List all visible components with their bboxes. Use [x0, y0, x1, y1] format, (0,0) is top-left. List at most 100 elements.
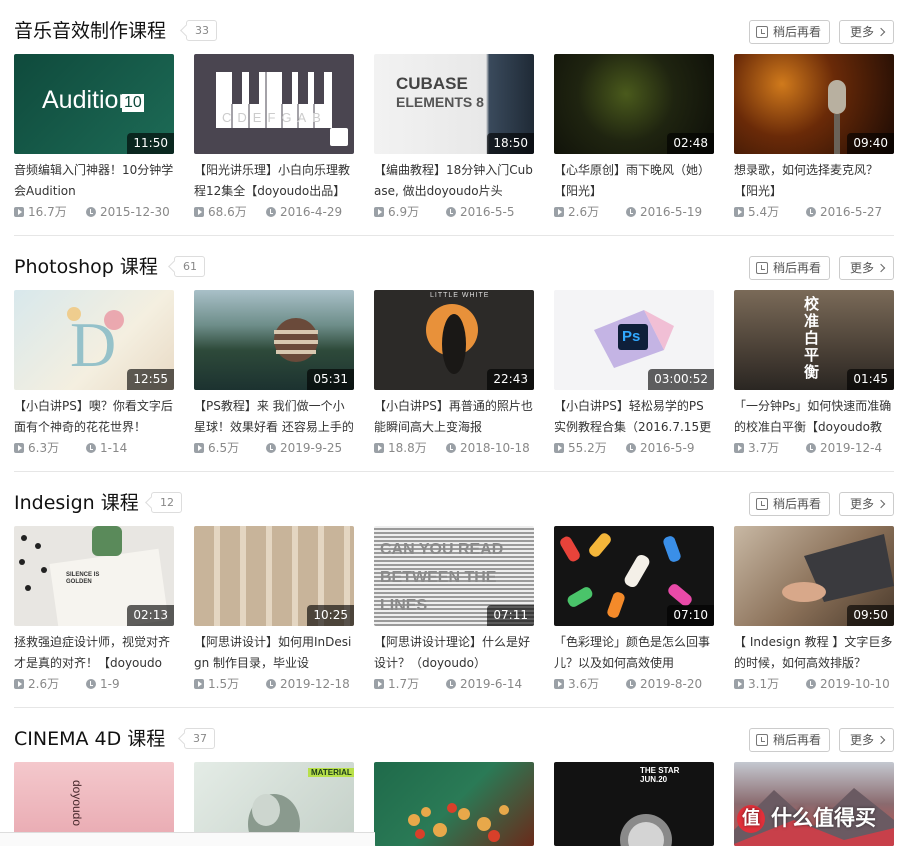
video-title[interactable]: 【PS教程】来 我们做一个小星球！效果好看 还容易上手的	[194, 396, 354, 440]
video-title[interactable]: 音频编辑入门神器！10分钟学会Audition	[14, 160, 174, 204]
video-duration: 10:25	[307, 605, 354, 626]
video-thumbnail[interactable]: 02:48	[554, 54, 714, 154]
horizontal-scrollbar[interactable]	[0, 832, 375, 846]
chevron-right-icon	[876, 735, 886, 745]
video-thumbnail[interactable]: THE STAR JUN.20	[554, 762, 714, 846]
video-duration: 07:10	[667, 605, 714, 626]
more-label: 更多	[850, 733, 875, 747]
video-thumbnail[interactable]: Ps 03:00:52	[554, 290, 714, 390]
video-card[interactable]: Ps 03:00:52 【小白讲PS】轻松易学的PS实例教程合集（2016.7.…	[554, 290, 714, 460]
view-count-value: 2.6万	[568, 205, 600, 219]
video-meta: 3.7万 2019-12-4	[734, 440, 894, 456]
section-indesign: Indesign 课程 12 稍后再看 更多 SILENCE IS GOLDEN…	[0, 472, 905, 708]
video-card[interactable]: 02:48 【心华原创】雨下晚风（她）【阳光】 2.6万 2016-5-19	[554, 54, 714, 224]
video-meta: 6.5万 2019-9-25	[194, 440, 354, 456]
video-title[interactable]: 【阿思讲设计理论】什么是好设计？（doyoudo）	[374, 632, 534, 676]
publish-date-value: 2018-10-18	[460, 441, 530, 455]
video-card[interactable]: D 12:55 【小白讲PS】噢？你看文字后面有个神奇的花花世界！ 6.3万 1…	[14, 290, 174, 460]
play-count-icon	[374, 679, 384, 689]
video-title[interactable]: 【小白讲PS】噢？你看文字后面有个神奇的花花世界！	[14, 396, 174, 440]
watch-later-button[interactable]: 稍后再看	[749, 256, 830, 280]
clock-icon	[806, 679, 816, 689]
publish-date-value: 2016-5-9	[640, 441, 695, 455]
section-music: 音乐音效制作课程 33 稍后再看 更多 Audition 10 11:50 音频…	[0, 0, 905, 236]
view-count: 3.7万	[734, 440, 779, 456]
video-title[interactable]: 【心华原创】雨下晚风（她）【阳光】	[554, 160, 714, 204]
watch-later-button[interactable]: 稍后再看	[749, 20, 830, 44]
publish-date: 2016-5-19	[626, 204, 702, 220]
section-header: 音乐音效制作课程 33 稍后再看 更多	[14, 0, 894, 44]
video-meta: 18.8万 2018-10-18	[374, 440, 534, 456]
more-button[interactable]: 更多	[839, 728, 894, 752]
video-title[interactable]: 【阿思讲设计】如何用InDesign 制作目录，毕业设	[194, 632, 354, 676]
video-title[interactable]: 「一分钟Ps」如何快速而准确的校准白平衡【doyoudo教	[734, 396, 894, 440]
publish-date-value: 2019-10-10	[820, 677, 890, 691]
video-card[interactable]: CAN YOU READ BETWEEN THE LINES 07:11 【阿思…	[374, 526, 534, 696]
view-count: 68.6万	[194, 204, 247, 220]
publish-date: 2019-12-4	[806, 440, 882, 456]
video-title[interactable]: 【 Indesign 教程 】文字巨多的时候，如何高效排版？	[734, 632, 894, 676]
play-count-icon	[554, 443, 564, 453]
view-count: 1.5万	[194, 676, 239, 692]
watch-later-label: 稍后再看	[773, 733, 822, 747]
view-count-value: 6.3万	[28, 441, 60, 455]
view-count: 55.2万	[554, 440, 607, 456]
publish-date: 2016-4-29	[266, 204, 342, 220]
video-card[interactable]: Audition 10 11:50 音频编辑入门神器！10分钟学会Auditio…	[14, 54, 174, 224]
video-thumbnail[interactable]: 05:31	[194, 290, 354, 390]
video-title[interactable]: 【小白讲PS】轻松易学的PS实例教程合集（2016.7.15更	[554, 396, 714, 440]
video-thumbnail[interactable]: 10:25	[194, 526, 354, 626]
more-button[interactable]: 更多	[839, 20, 894, 44]
watch-later-button[interactable]: 稍后再看	[749, 728, 830, 752]
clock-icon	[446, 443, 456, 453]
video-card[interactable]: 09:50 【 Indesign 教程 】文字巨多的时候，如何高效排版？ 3.1…	[734, 526, 894, 696]
more-button[interactable]: 更多	[839, 492, 894, 516]
more-button[interactable]: 更多	[839, 256, 894, 280]
view-count: 6.3万	[14, 440, 59, 456]
video-title[interactable]: 【小白讲PS】再普通的照片也能瞬间高大上变海报	[374, 396, 534, 440]
video-thumbnail[interactable]: 09:50	[734, 526, 894, 626]
video-card[interactable]: THE STAR JUN.20	[554, 762, 714, 846]
video-thumbnail[interactable]: 09:40	[734, 54, 894, 154]
video-title[interactable]: 【编曲教程】18分钟入门Cubase, 做出doyoudo片头	[374, 160, 534, 204]
view-count-value: 3.6万	[568, 677, 600, 691]
video-card[interactable]: SILENCE IS GOLDEN 02:13 拯救强迫症设计师，视觉对齐才是真…	[14, 526, 174, 696]
video-thumbnail[interactable]: LITTLE WHITE 22:43	[374, 290, 534, 390]
video-card[interactable]: 05:31 【PS教程】来 我们做一个小星球！效果好看 还容易上手的 6.5万 …	[194, 290, 354, 460]
video-thumbnail[interactable]: 校准白平衡 01:45	[734, 290, 894, 390]
video-title[interactable]: 「色彩理论」颜色是怎么回事儿？以及如何高效使用	[554, 632, 714, 676]
watermark-text: 什么值得买	[771, 806, 876, 830]
video-thumbnail[interactable]: CDEFGAB	[194, 54, 354, 154]
video-title[interactable]: 【阳光讲乐理】小白向乐理教程12集全【doyoudo出品】	[194, 160, 354, 204]
video-thumbnail[interactable]: CUBASE ELEMENTS 8 18:50	[374, 54, 534, 154]
video-title[interactable]: 拯救强迫症设计师，视觉对齐才是真的对齐！【doyoudo	[14, 632, 174, 676]
video-card[interactable]	[374, 762, 534, 846]
play-count-icon	[554, 679, 564, 689]
video-thumbnail[interactable]: Audition 10 11:50	[14, 54, 174, 154]
video-card[interactable]: 09:40 想录歌，如何选择麦克风？【阳光】 5.4万 2016-5-27	[734, 54, 894, 224]
publish-date-value: 2016-5-19	[640, 205, 703, 219]
video-card[interactable]: CUBASE ELEMENTS 8 18:50 【编曲教程】18分钟入门Cuba…	[374, 54, 534, 224]
view-count: 5.4万	[734, 204, 779, 220]
video-card[interactable]: 校准白平衡 01:45 「一分钟Ps」如何快速而准确的校准白平衡【doyoudo…	[734, 290, 894, 460]
thumbnail-art-subtext: 10	[122, 94, 144, 112]
clock-icon	[626, 207, 636, 217]
thumbnail-art-text: LITTLE WHITE	[430, 292, 490, 299]
video-card[interactable]: 07:10 「色彩理论」颜色是怎么回事儿？以及如何高效使用 3.6万 2019-…	[554, 526, 714, 696]
watch-later-button[interactable]: 稍后再看	[749, 492, 830, 516]
publish-date: 2016-5-27	[806, 204, 882, 220]
video-card[interactable]: 10:25 【阿思讲设计】如何用InDesign 制作目录，毕业设 1.5万 2…	[194, 526, 354, 696]
video-thumbnail[interactable]: D 12:55	[14, 290, 174, 390]
video-thumbnail[interactable]	[374, 762, 534, 846]
view-count: 6.5万	[194, 440, 239, 456]
video-thumbnail[interactable]: CAN YOU READ BETWEEN THE LINES 07:11	[374, 526, 534, 626]
publish-date-value: 2016-4-29	[280, 205, 343, 219]
video-title[interactable]: 想录歌，如何选择麦克风？【阳光】	[734, 160, 894, 204]
video-card[interactable]: LITTLE WHITE 22:43 【小白讲PS】再普通的照片也能瞬间高大上变…	[374, 290, 534, 460]
video-card[interactable]: CDEFGAB 【阳光讲乐理】小白向乐理教程12集全【doyoudo出品】 68…	[194, 54, 354, 224]
video-duration: 02:48	[667, 133, 714, 154]
view-count: 3.6万	[554, 676, 599, 692]
video-thumbnail[interactable]: 07:10	[554, 526, 714, 626]
publish-date: 2019-12-18	[266, 676, 350, 692]
video-thumbnail[interactable]: SILENCE IS GOLDEN 02:13	[14, 526, 174, 626]
